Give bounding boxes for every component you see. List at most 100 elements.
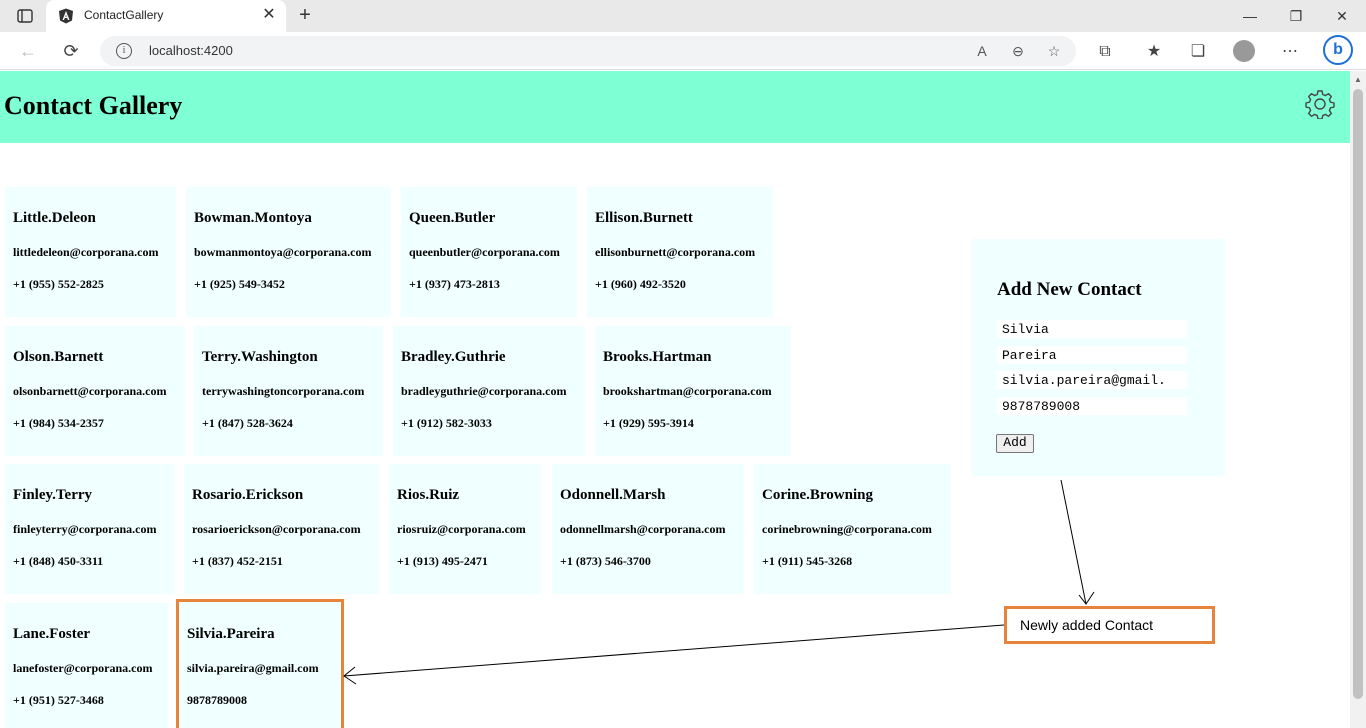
- scroll-up-icon[interactable]: ▲: [1354, 75, 1362, 84]
- contact-name: Ellison.Burnett: [595, 210, 693, 226]
- new-contact-card: Silvia.Pareira silvia.pareira@gmail.com …: [176, 599, 344, 728]
- contact-email: rosarioerickson@corporana.com: [192, 522, 361, 536]
- contact-phone: +1 (951) 527-3468: [13, 693, 104, 707]
- contact-card: Bowman.Montoya bowmanmontoya@corporana.c…: [186, 187, 391, 317]
- add-favorite-icon[interactable]: ☆: [1043, 41, 1065, 61]
- page-content: Contact Gallery Little.Deleon littledele…: [0, 71, 1350, 728]
- more-options-icon[interactable]: ⋯: [1278, 41, 1302, 63]
- contact-name: Finley.Terry: [13, 487, 93, 503]
- close-tab-icon[interactable]: ✕: [260, 6, 278, 24]
- contact-card: Olson.Barnett olsonbarnett@corporana.com…: [5, 326, 185, 456]
- contact-email: finleyterry@corporana.com: [13, 522, 157, 536]
- contact-name: Lane.Foster: [13, 626, 91, 642]
- contact-phone: +1 (911) 545-3268: [762, 554, 853, 568]
- contact-email: bowmanmontoya@corporana.com: [194, 245, 372, 259]
- contact-card: Brooks.Hartman brookshartman@corporana.c…: [595, 326, 791, 456]
- contact-name: Odonnell.Marsh: [560, 487, 666, 503]
- add-button[interactable]: Add: [996, 434, 1034, 453]
- contact-name: Terry.Washington: [202, 349, 318, 365]
- minimize-button[interactable]: —: [1230, 4, 1270, 28]
- refresh-button[interactable]: ⟳: [58, 39, 84, 63]
- contact-email: littledeleon@corporana.com: [13, 245, 159, 259]
- scrollbar-thumb[interactable]: [1353, 89, 1363, 699]
- contact-phone: +1 (848) 450-3311: [13, 554, 104, 568]
- contact-card: Rios.Ruiz riosruiz@corporana.com +1 (913…: [389, 464, 541, 594]
- contact-email: odonnellmarsh@corporana.com: [560, 522, 726, 536]
- contact-name: Brooks.Hartman: [603, 349, 712, 365]
- contact-card: Little.Deleon littledeleon@corporana.com…: [5, 187, 176, 317]
- contact-phone: +1 (984) 534-2357: [13, 416, 104, 430]
- contact-card: Queen.Butler queenbutler@corporana.com +…: [401, 187, 577, 317]
- address-bar[interactable]: i localhost:4200 A ⊖ ☆: [100, 36, 1076, 66]
- contact-phone: +1 (960) 492-3520: [595, 277, 686, 291]
- contact-name: Little.Deleon: [13, 210, 96, 226]
- last-name-input[interactable]: [997, 346, 1187, 364]
- first-name-input[interactable]: [997, 320, 1187, 338]
- contact-email: lanefoster@corporana.com: [13, 661, 153, 675]
- contact-email: corinebrowning@corporana.com: [762, 522, 932, 536]
- contact-phone: +1 (955) 552-2825: [13, 277, 104, 291]
- contact-email: bradleyguthrie@corporana.com: [401, 384, 567, 398]
- info-icon[interactable]: i: [116, 43, 132, 59]
- browser-tab-active[interactable]: ContactGallery ✕: [46, 0, 286, 32]
- app-header: Contact Gallery: [0, 71, 1350, 143]
- vertical-scrollbar[interactable]: ▲: [1350, 71, 1366, 728]
- address-text[interactable]: localhost:4200: [149, 43, 233, 58]
- contact-phone: +1 (937) 473-2813: [409, 277, 500, 291]
- contact-name: Queen.Butler: [409, 210, 496, 226]
- contact-phone: +1 (837) 452-2151: [192, 554, 283, 568]
- contact-name: Bowman.Montoya: [194, 210, 312, 226]
- contact-email: olsonbarnett@corporana.com: [13, 384, 167, 398]
- contact-card: Corine.Browning corinebrowning@corporana…: [754, 464, 951, 594]
- arrow-head-icon: [343, 666, 357, 685]
- bing-copilot-icon[interactable]: b: [1323, 35, 1353, 65]
- close-window-button[interactable]: ✕: [1322, 4, 1362, 28]
- contact-card: Finley.Terry finleyterry@corporana.com +…: [5, 464, 174, 594]
- favorites-icon[interactable]: ★: [1142, 41, 1166, 63]
- contact-email: brookshartman@corporana.com: [603, 384, 772, 398]
- contact-phone: +1 (925) 549-3452: [194, 277, 285, 291]
- contact-email: ellisonburnett@corporana.com: [595, 245, 756, 259]
- contact-card: Terry.Washington terrywashingtoncorporan…: [194, 326, 383, 456]
- contact-email: terrywashingtoncorporana.com: [202, 384, 365, 398]
- browser-tab-bar: ContactGallery ✕ + — ❐ ✕: [0, 0, 1366, 32]
- annotation-callout: Newly added Contact: [1004, 606, 1215, 644]
- back-button[interactable]: ←: [15, 39, 41, 63]
- browser-toolbar: ← ⟳ i localhost:4200 A ⊖ ☆ ⧉ ★ ❏ ⋯ b: [0, 32, 1366, 70]
- angular-icon: [58, 8, 74, 24]
- tab-actions-icon[interactable]: [12, 6, 38, 26]
- gear-icon[interactable]: [1305, 89, 1335, 120]
- contact-name: Olson.Barnett: [13, 349, 104, 365]
- contact-card: Bradley.Guthrie bradleyguthrie@corporana…: [393, 326, 585, 456]
- contact-name: Corine.Browning: [762, 487, 873, 503]
- restore-button[interactable]: ❐: [1276, 4, 1316, 28]
- contact-email: queenbutler@corporana.com: [409, 245, 560, 259]
- contact-phone: +1 (912) 582-3033: [401, 416, 492, 430]
- profile-avatar[interactable]: [1233, 40, 1255, 62]
- new-tab-button[interactable]: +: [292, 4, 318, 28]
- email-input[interactable]: [997, 371, 1187, 389]
- contact-name: Rosario.Erickson: [192, 487, 304, 503]
- arrow-head-icon: [1078, 591, 1095, 605]
- contact-phone: +1 (929) 595-3914: [603, 416, 694, 430]
- contact-email: riosruiz@corporana.com: [397, 522, 526, 536]
- contact-phone: +1 (847) 528-3624: [202, 416, 293, 430]
- contact-name: Bradley.Guthrie: [401, 349, 506, 365]
- contact-card: Rosario.Erickson rosarioerickson@corpora…: [184, 464, 379, 594]
- phone-input[interactable]: [997, 397, 1187, 415]
- contact-phone: +1 (873) 546-3700: [560, 554, 651, 568]
- contact-email: silvia.pareira@gmail.com: [187, 661, 319, 675]
- contact-phone: 9878789008: [187, 693, 247, 707]
- contact-card: Lane.Foster lanefoster@corporana.com +1 …: [5, 603, 168, 728]
- zoom-out-icon[interactable]: ⊖: [1007, 41, 1029, 61]
- extensions-icon[interactable]: ⧉: [1093, 41, 1117, 63]
- collections-icon[interactable]: ❏: [1186, 41, 1210, 63]
- contact-name: Silvia.Pareira: [187, 626, 275, 642]
- arrow-to-new-card: [343, 624, 1005, 677]
- contact-phone: +1 (913) 495-2471: [397, 554, 488, 568]
- contact-card: Odonnell.Marsh odonnellmarsh@corporana.c…: [552, 464, 744, 594]
- add-contact-form: Add New Contact Add: [972, 239, 1225, 476]
- arrow-to-callout: [1060, 479, 1087, 605]
- read-aloud-icon[interactable]: A: [971, 41, 993, 61]
- tab-title: ContactGallery: [84, 8, 164, 22]
